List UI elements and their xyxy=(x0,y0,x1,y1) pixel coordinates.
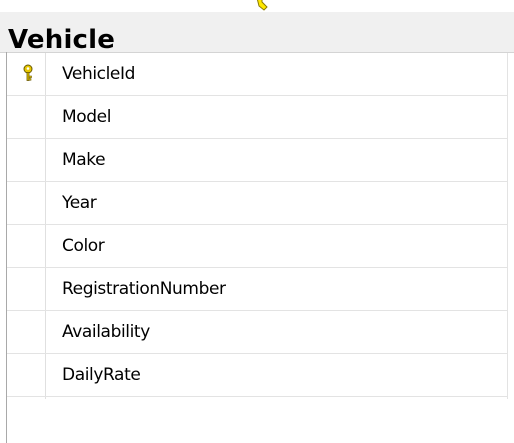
column-row-model[interactable]: Model xyxy=(7,96,508,139)
column-row-registrationnumber[interactable]: RegistrationNumber xyxy=(7,268,508,311)
column-list: VehicleId Model Make Year Color Registra… xyxy=(7,53,508,399)
column-row-color[interactable]: Color xyxy=(7,225,508,268)
column-row-year[interactable]: Year xyxy=(7,182,508,225)
table-header[interactable]: Vehicle xyxy=(0,12,514,55)
column-name: Make xyxy=(62,150,106,170)
column-name: Model xyxy=(62,107,112,127)
grid-right-border xyxy=(507,53,508,399)
relationship-connector-icon[interactable] xyxy=(255,0,269,12)
primary-key-icon xyxy=(23,64,33,81)
column-row-availability[interactable]: Availability xyxy=(7,311,508,354)
column-row-make[interactable]: Make xyxy=(7,139,508,182)
column-name: VehicleId xyxy=(62,64,135,84)
column-row-dailyrate[interactable]: DailyRate xyxy=(7,354,508,397)
table-title: Vehicle xyxy=(8,25,116,55)
diagram-canvas: Vehicle VehicleId Model Make Year Color … xyxy=(0,0,514,443)
column-name: DailyRate xyxy=(62,365,141,385)
column-name: RegistrationNumber xyxy=(62,279,226,299)
column-name: Year xyxy=(62,193,97,213)
table-vehicle[interactable]: Vehicle VehicleId Model Make Year Color … xyxy=(0,12,514,443)
column-name: Color xyxy=(62,236,105,256)
column-row-vehicleid[interactable]: VehicleId xyxy=(7,53,508,96)
column-name: Availability xyxy=(62,322,150,342)
